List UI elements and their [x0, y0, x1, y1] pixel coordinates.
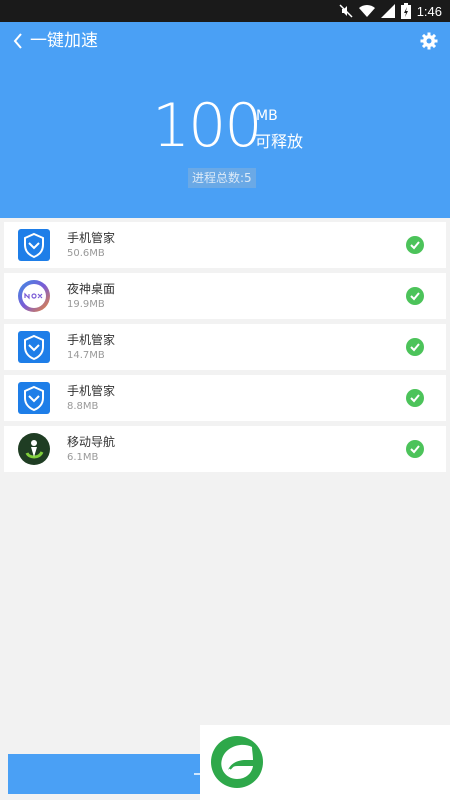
chevron-left-icon: [13, 33, 22, 49]
shield-icon: [18, 229, 50, 261]
navigation-icon: [18, 433, 50, 465]
wifi-icon: [358, 4, 375, 18]
status-bar: 1:46: [0, 0, 450, 22]
process-count-badge: 进程总数:5: [188, 168, 256, 188]
list-item[interactable]: 移动导航 6.1MB: [4, 426, 446, 472]
amount-unit: MB: [256, 108, 278, 124]
app-size: 8.8MB: [67, 401, 99, 412]
mute-icon: [339, 4, 353, 18]
leaf-logo-icon: [211, 736, 263, 788]
app-name: 移动导航: [67, 435, 116, 449]
check-icon[interactable]: [406, 389, 424, 407]
list-item[interactable]: 手机管家 8.8MB: [4, 375, 446, 421]
shield-icon: [18, 382, 50, 414]
watermark: [200, 725, 450, 800]
check-icon[interactable]: [406, 287, 424, 305]
app-name: 夜神桌面: [67, 282, 116, 296]
app-name: 手机管家: [67, 384, 116, 398]
status-time: 1:46: [416, 3, 442, 19]
app-size: 6.1MB: [67, 452, 99, 463]
list-item[interactable]: 手机管家 50.6MB: [4, 222, 446, 268]
list-item[interactable]: 手机管家 14.7MB: [4, 324, 446, 370]
app-name: 手机管家: [67, 333, 116, 347]
app-size: 19.9MB: [67, 299, 105, 310]
releasable-label: 可释放: [255, 132, 304, 151]
app-name: 手机管家: [67, 231, 116, 245]
page-title: 一键加速: [30, 31, 98, 51]
check-icon[interactable]: [406, 338, 424, 356]
battery-icon: [400, 3, 411, 19]
settings-button[interactable]: [420, 32, 438, 50]
status-icons: 1:46: [339, 2, 442, 20]
check-icon[interactable]: [406, 440, 424, 458]
app-size: 50.6MB: [67, 248, 105, 259]
check-icon[interactable]: [406, 236, 424, 254]
list-item[interactable]: 夜神桌面 19.9MB: [4, 273, 446, 319]
back-button[interactable]: [8, 30, 28, 52]
header: 一键加速 100 MB 可释放 进程总数:5: [0, 22, 450, 218]
app-size: 14.7MB: [67, 350, 105, 361]
app-list: 手机管家 50.6MB 夜神桌面 19.9MB 手机管家 14.7MB 手机管家…: [4, 222, 446, 477]
gear-icon: [420, 32, 438, 50]
shield-icon: [18, 331, 50, 363]
signal-icon: [380, 4, 395, 18]
releasable-amount: 100: [152, 91, 263, 161]
nox-icon: [18, 280, 50, 312]
